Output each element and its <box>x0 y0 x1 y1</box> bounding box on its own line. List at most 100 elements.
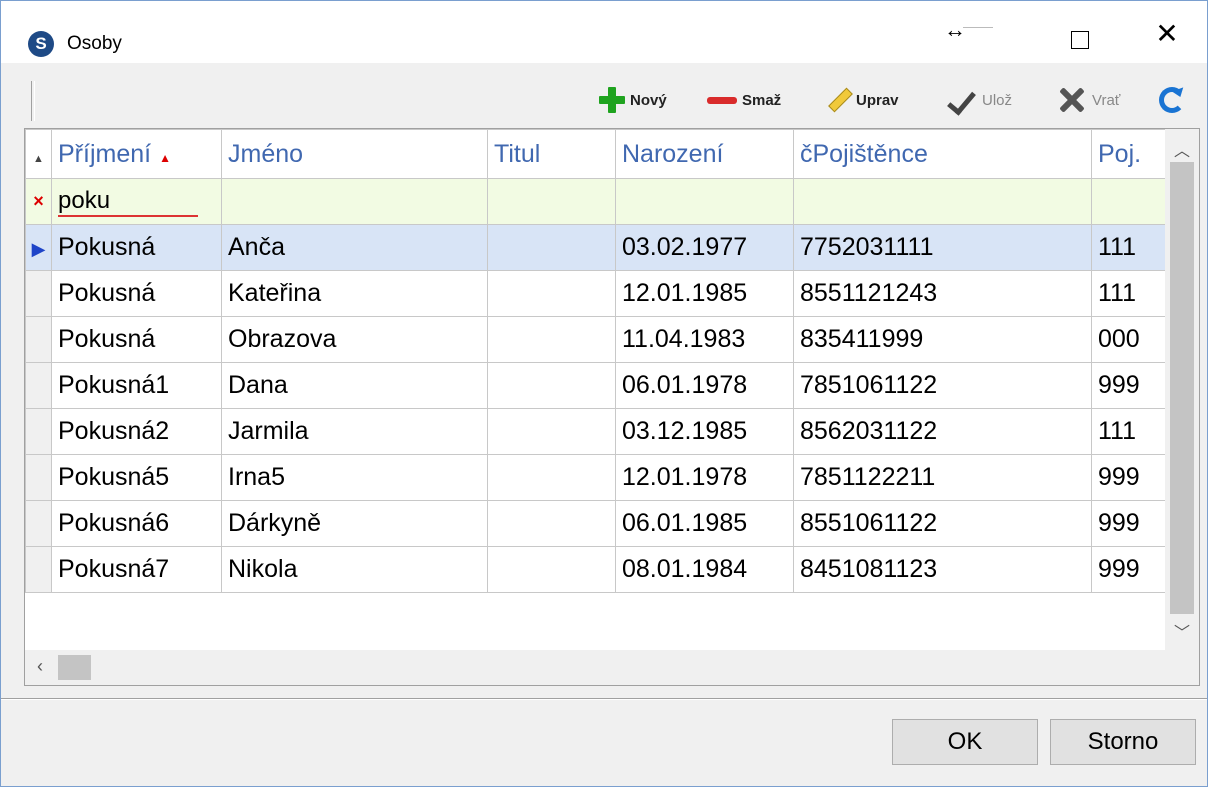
cell-insurance-number[interactable]: 8551121243 <box>793 270 1092 317</box>
cell-surname[interactable]: Pokusná <box>51 224 222 271</box>
cell-birthdate[interactable]: 06.01.1985 <box>615 500 794 547</box>
cell-title[interactable] <box>487 500 616 547</box>
table-row[interactable]: Pokusná6 Dárkyně 06.01.1985 8551061122 9… <box>25 500 1166 547</box>
filter-cell-birthdate[interactable] <box>615 178 794 225</box>
edit-button[interactable]: Uprav <box>829 85 899 115</box>
table-row[interactable]: Pokusná5 Irna5 12.01.1978 7851122211 999 <box>25 454 1166 501</box>
table-row[interactable]: ▶ Pokusná Anča 03.02.1977 7752031111 111 <box>25 224 1166 271</box>
filter-cell-insurance-number[interactable] <box>793 178 1092 225</box>
table-row[interactable]: Pokusná1 Dana 06.01.1978 7851061122 999 <box>25 362 1166 409</box>
new-button[interactable]: Nový <box>599 85 667 115</box>
header-indicator[interactable]: ▲ <box>25 129 52 179</box>
cell-title[interactable] <box>487 362 616 409</box>
cell-birthdate[interactable]: 12.01.1978 <box>615 454 794 501</box>
cell-surname[interactable]: Pokusná <box>51 316 222 363</box>
cell-surname[interactable]: Pokusná7 <box>51 546 222 593</box>
cell-insurer[interactable]: 999 <box>1091 500 1166 547</box>
cell-title[interactable] <box>487 270 616 317</box>
filter-cell-insurer[interactable] <box>1091 178 1166 225</box>
cell-surname[interactable]: Pokusná5 <box>51 454 222 501</box>
cell-insurer[interactable]: 111 <box>1091 408 1166 455</box>
vertical-scrollbar[interactable]: ︿ ﹀ <box>1165 129 1199 650</box>
column-header-insurer[interactable]: Poj. <box>1091 129 1166 179</box>
cell-firstname[interactable]: Kateřina <box>221 270 488 317</box>
column-header-title[interactable]: Titul <box>487 129 616 179</box>
toolbar-grip[interactable] <box>31 81 35 121</box>
cell-surname[interactable]: Pokusná <box>51 270 222 317</box>
surname-filter-input[interactable] <box>58 187 198 217</box>
table-row[interactable]: Pokusná Kateřina 12.01.1985 8551121243 1… <box>25 270 1166 317</box>
scroll-up-icon[interactable]: ︿ <box>1165 137 1199 161</box>
cell-insurance-number[interactable]: 835411999 <box>793 316 1092 363</box>
new-button-label: Nový <box>630 91 667 109</box>
ok-button[interactable]: OK <box>892 719 1038 765</box>
horizontal-scrollbar[interactable]: ‹ › <box>25 650 1199 685</box>
save-button[interactable]: Ulož <box>947 85 1012 115</box>
cell-firstname[interactable]: Dana <box>221 362 488 409</box>
cell-birthdate[interactable]: 03.12.1985 <box>615 408 794 455</box>
cell-insurer[interactable]: 999 <box>1091 454 1166 501</box>
maximize-button[interactable] <box>1055 15 1107 55</box>
column-header-firstname[interactable]: Jméno <box>221 129 488 179</box>
cell-birthdate[interactable]: 03.02.1977 <box>615 224 794 271</box>
cell-firstname[interactable]: Anča <box>221 224 488 271</box>
cell-firstname[interactable]: Obrazova <box>221 316 488 363</box>
refresh-icon[interactable] <box>1159 87 1185 113</box>
cell-insurer[interactable]: 111 <box>1091 224 1166 271</box>
filter-cell-firstname[interactable] <box>221 178 488 225</box>
table-row[interactable]: Pokusná7 Nikola 08.01.1984 8451081123 99… <box>25 546 1166 593</box>
cell-surname[interactable]: Pokusná1 <box>51 362 222 409</box>
delete-button[interactable]: Smaž <box>707 85 781 115</box>
revert-button[interactable]: Vrať <box>1057 85 1120 115</box>
cell-insurance-number[interactable]: 7752031111 <box>793 224 1092 271</box>
table-row[interactable]: Pokusná2 Jarmila 03.12.1985 8562031122 1… <box>25 408 1166 455</box>
cell-insurer[interactable]: 000 <box>1091 316 1166 363</box>
clear-filter-icon[interactable]: × <box>25 178 52 225</box>
cell-insurance-number[interactable]: 8551061122 <box>793 500 1092 547</box>
cell-surname[interactable]: Pokusná2 <box>51 408 222 455</box>
row-indicator[interactable] <box>25 454 52 501</box>
cell-firstname[interactable]: Nikola <box>221 546 488 593</box>
cell-insurer[interactable]: 111 <box>1091 270 1166 317</box>
cell-title[interactable] <box>487 454 616 501</box>
row-indicator[interactable] <box>25 362 52 409</box>
cell-birthdate[interactable]: 06.01.1978 <box>615 362 794 409</box>
cell-surname[interactable]: Pokusná6 <box>51 500 222 547</box>
cell-insurer[interactable]: 999 <box>1091 546 1166 593</box>
scroll-down-icon[interactable]: ﹀ <box>1165 619 1199 643</box>
table-row[interactable]: Pokusná Obrazova 11.04.1983 835411999 00… <box>25 316 1166 363</box>
cell-firstname[interactable]: Jarmila <box>221 408 488 455</box>
cell-insurance-number[interactable]: 8562031122 <box>793 408 1092 455</box>
column-header-birthdate[interactable]: Narození <box>615 129 794 179</box>
scroll-left-icon[interactable]: ‹ <box>37 656 43 677</box>
cell-insurance-number[interactable]: 8451081123 <box>793 546 1092 593</box>
cell-title[interactable] <box>487 224 616 271</box>
filter-cell-surname[interactable] <box>51 178 222 225</box>
cell-title[interactable] <box>487 316 616 363</box>
row-indicator[interactable] <box>25 408 52 455</box>
cell-insurance-number[interactable]: 7851061122 <box>793 362 1092 409</box>
close-button[interactable]: ✕ <box>1141 15 1193 55</box>
filter-cell-title[interactable] <box>487 178 616 225</box>
persons-grid[interactable]: ▲ Příjmení ▲ Jméno Titul Narození čPojišt… <box>24 128 1200 686</box>
cell-title[interactable] <box>487 546 616 593</box>
cancel-button[interactable]: Storno <box>1050 719 1196 765</box>
cell-firstname[interactable]: Dárkyně <box>221 500 488 547</box>
cell-insurance-number[interactable]: 7851122211 <box>793 454 1092 501</box>
cell-birthdate[interactable]: 12.01.1985 <box>615 270 794 317</box>
resize-icon[interactable]: ↔ <box>929 15 981 55</box>
cell-birthdate[interactable]: 08.01.1984 <box>615 546 794 593</box>
cell-insurer[interactable]: 999 <box>1091 362 1166 409</box>
cell-birthdate[interactable]: 11.04.1983 <box>615 316 794 363</box>
vertical-scroll-thumb[interactable] <box>1170 162 1194 614</box>
persons-table: ▲ Příjmení ▲ Jméno Titul Narození čPojišt… <box>25 129 1166 593</box>
row-indicator[interactable] <box>25 546 52 593</box>
horizontal-scroll-thumb[interactable] <box>58 655 91 680</box>
cell-firstname[interactable]: Irna5 <box>221 454 488 501</box>
row-indicator[interactable] <box>25 500 52 547</box>
cell-title[interactable] <box>487 408 616 455</box>
row-indicator[interactable] <box>25 270 52 317</box>
row-indicator[interactable] <box>25 316 52 363</box>
column-header-surname[interactable]: Příjmení ▲ <box>51 129 222 179</box>
column-header-insurance-number[interactable]: čPojištěnce <box>793 129 1092 179</box>
